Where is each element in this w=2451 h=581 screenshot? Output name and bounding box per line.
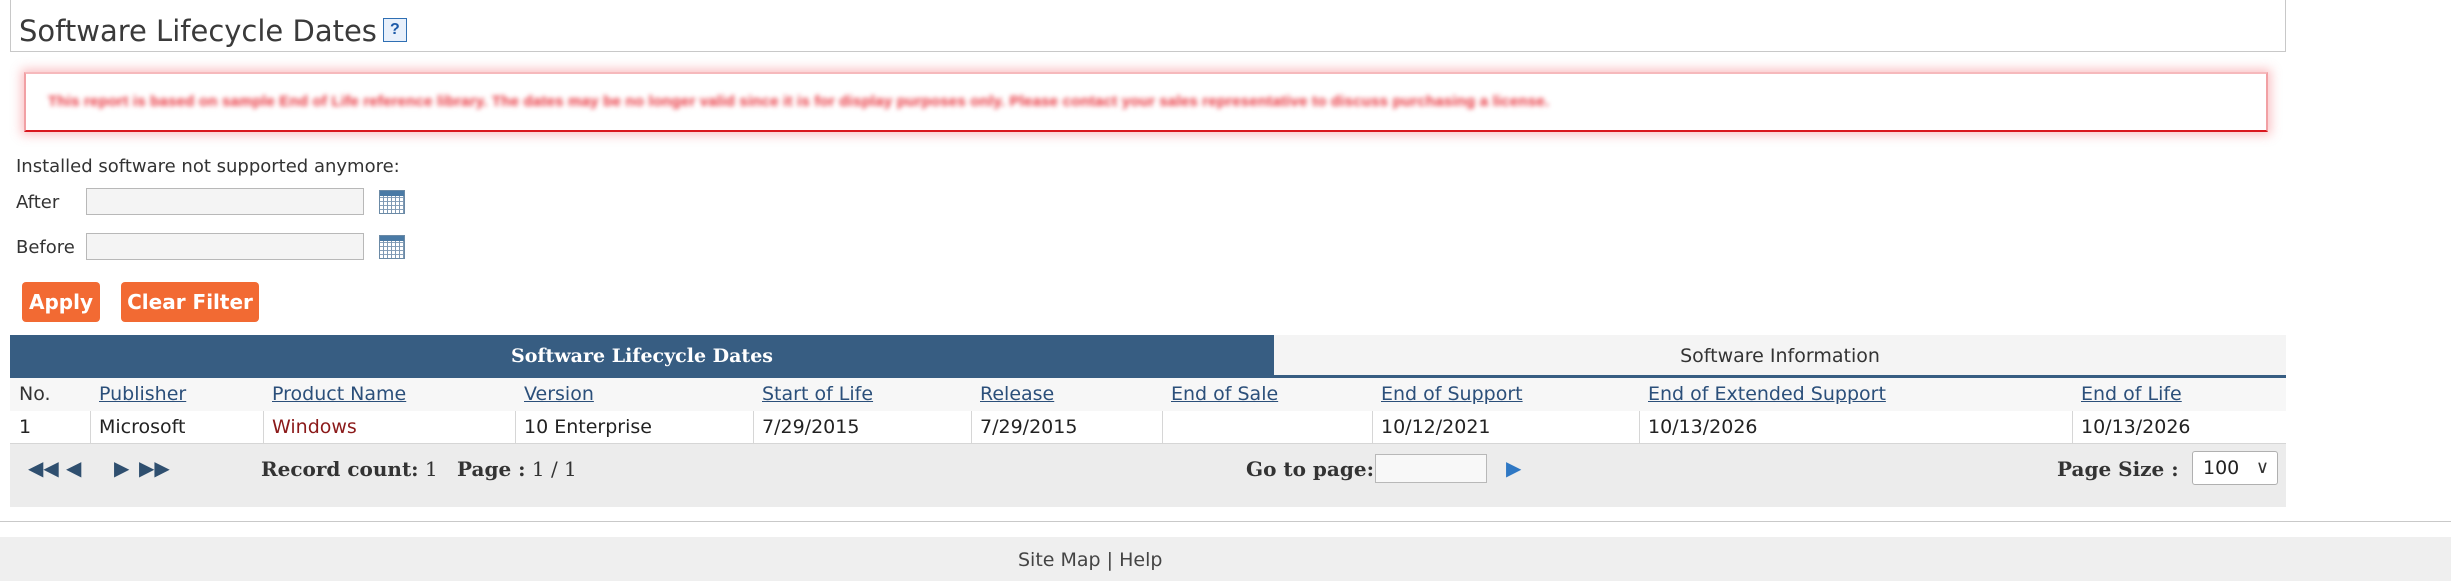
col-header-start-of-life[interactable]: Start of Life: [762, 378, 873, 411]
col-header-end-of-support[interactable]: End of Support: [1381, 378, 1523, 411]
page: Software Lifecycle Dates? This report is…: [0, 0, 2451, 581]
page-title-text: Software Lifecycle Dates: [19, 14, 377, 48]
footer-links: Site Map | Help: [1018, 549, 1162, 571]
col-header-no: No.: [19, 383, 51, 405]
warning-text: This report is based on sample End of Li…: [48, 93, 1550, 110]
lifecycle-grid: Software Lifecycle Dates Software Inform…: [10, 335, 2286, 507]
page-label: Page :: [457, 457, 526, 481]
site-map-link[interactable]: Site Map: [1018, 549, 1101, 571]
cell-end-of-support: 10/12/2021: [1381, 416, 1491, 438]
record-count-label: Record count:: [261, 457, 419, 481]
calendar-icon[interactable]: [379, 235, 405, 259]
help-icon[interactable]: ?: [382, 18, 407, 42]
page-size-select[interactable]: 100 ∨: [2192, 451, 2278, 485]
record-count-value: 1: [424, 457, 438, 481]
tab-software-information[interactable]: Software Information: [1274, 335, 2286, 378]
prev-page-icon[interactable]: ◀: [66, 456, 81, 480]
column-divider: [2072, 411, 2073, 444]
chevron-down-icon: ∨: [2255, 457, 2269, 478]
column-divider: [90, 411, 91, 444]
apply-button[interactable]: Apply: [22, 282, 100, 322]
cell-end-of-extended-support: 10/13/2026: [1648, 416, 1758, 438]
col-header-product-name[interactable]: Product Name: [272, 378, 406, 411]
column-divider: [263, 411, 264, 444]
after-label: After: [16, 192, 60, 213]
cell-publisher: Microsoft: [99, 416, 186, 438]
page-value: 1 / 1: [531, 457, 577, 481]
col-header-end-of-extended-support[interactable]: End of Extended Support: [1648, 378, 1886, 411]
cell-no: 1: [19, 416, 32, 438]
content-panel: Software Lifecycle Dates? This report is…: [0, 0, 2451, 522]
next-page-icon[interactable]: ▶: [114, 456, 129, 480]
clear-filter-button[interactable]: Clear Filter: [121, 282, 259, 322]
cell-product-name-link[interactable]: Windows: [272, 411, 357, 444]
col-header-version[interactable]: Version: [524, 378, 594, 411]
page-size-label: Page Size :: [2057, 457, 2179, 481]
last-page-icon[interactable]: ▶▶: [139, 456, 170, 480]
warning-banner: This report is based on sample End of Li…: [24, 72, 2268, 132]
col-header-end-of-life[interactable]: End of Life: [2081, 378, 2182, 411]
filter-heading: Installed software not supported anymore…: [16, 156, 400, 177]
title-bar: Software Lifecycle Dates?: [10, 0, 2286, 52]
cell-release: 7/29/2015: [980, 416, 1078, 438]
record-count: Record count: 1: [261, 457, 438, 481]
cell-end-of-life: 10/13/2026: [2081, 416, 2191, 438]
page-title: Software Lifecycle Dates?: [19, 14, 407, 48]
column-divider: [1162, 411, 1163, 444]
table-header-row: No. Publisher Product Name Version Start…: [10, 378, 2286, 411]
cell-version: 10 Enterprise: [524, 416, 652, 438]
pager-bar: ◀◀ ◀ ▶ ▶▶ Record count: 1 Page : 1 / 1 G…: [10, 444, 2286, 493]
col-header-end-of-sale[interactable]: End of Sale: [1171, 378, 1278, 411]
column-divider: [1639, 411, 1640, 444]
column-divider: [1372, 411, 1373, 444]
goto-page-input[interactable]: [1375, 454, 1487, 483]
table-row[interactable]: 1 Microsoft Windows 10 Enterprise 7/29/2…: [10, 411, 2286, 444]
help-link[interactable]: Help: [1119, 549, 1162, 571]
before-label: Before: [16, 237, 75, 258]
col-header-publisher[interactable]: Publisher: [99, 378, 186, 411]
col-header-release[interactable]: Release: [980, 378, 1054, 411]
column-divider: [515, 411, 516, 444]
before-date-input[interactable]: [86, 233, 364, 260]
goto-page-label: Go to page:: [1246, 457, 1374, 481]
after-date-input[interactable]: [86, 188, 364, 215]
column-divider: [753, 411, 754, 444]
cell-start-of-life: 7/29/2015: [762, 416, 860, 438]
goto-page-arrow-icon[interactable]: ▶: [1506, 456, 1521, 480]
calendar-icon[interactable]: [379, 190, 405, 214]
tab-software-lifecycle-dates[interactable]: Software Lifecycle Dates: [10, 335, 1274, 378]
footer: Site Map | Help: [0, 537, 2451, 581]
page-indicator: Page : 1 / 1: [457, 457, 577, 481]
footer-separator: |: [1106, 549, 1114, 571]
page-size-value: 100: [2203, 457, 2240, 479]
first-page-icon[interactable]: ◀◀: [28, 456, 59, 480]
column-divider: [971, 411, 972, 444]
